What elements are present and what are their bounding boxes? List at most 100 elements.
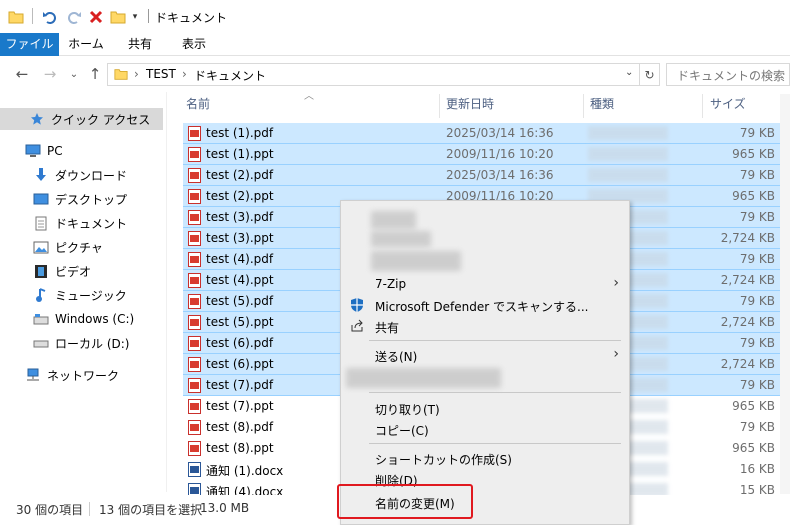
undo-icon[interactable] [40,7,60,27]
context-menu: 7-Zip › Microsoft Defender でスキャンする... 共有… [340,200,630,525]
up-arrow-icon[interactable]: ↑ [85,65,105,83]
music-icon [32,287,50,303]
refresh-icon[interactable]: ↻ [640,63,660,86]
nav-label: Windows (C:) [55,312,135,326]
file-row[interactable]: test (1).ppt 2009/11/16 10:20 965 KB [183,144,780,165]
selection-count: 13 個の項目を選択 [99,503,203,517]
nav-label: ネットワーク [47,368,120,383]
menu-7zip[interactable]: 7-Zip › [341,273,629,295]
ppt-file-icon [188,231,201,246]
nav-downloads[interactable]: ダウンロード [32,164,127,186]
ppt-file-icon [188,273,201,288]
nav-videos[interactable]: ビデオ [32,260,91,282]
file-size: 79 KB [739,210,775,224]
file-name: test (8).ppt [206,441,274,455]
back-arrow-icon[interactable]: ← [12,65,32,83]
drive-icon [32,335,50,351]
column-divider[interactable] [702,94,703,118]
breadcrumb-separator-icon: › [182,67,187,81]
nav-desktop[interactable]: デスクトップ [32,188,127,210]
pdf-file-icon [188,252,201,267]
forward-arrow-icon[interactable]: → [40,65,60,83]
nav-music[interactable]: ミュージック [32,284,127,306]
nav-quick-access[interactable]: クイック アクセス [0,108,163,130]
nav-drive-d[interactable]: ローカル (D:) [32,332,129,354]
file-row[interactable]: test (2).pdf 2025/03/14 16:36 79 KB [183,165,780,186]
file-size: 2,724 KB [720,357,775,371]
menu-separator [369,340,621,341]
customize-toolbar-icon[interactable]: ▾ [128,7,142,27]
file-name: test (6).ppt [206,357,274,371]
menu-share[interactable]: 共有 [341,315,629,337]
ppt-file-icon [188,189,201,204]
ppt-file-icon [188,441,201,456]
menu-copy[interactable]: コピー(C) [341,418,629,440]
folder-icon [8,7,24,27]
file-type-redacted [588,126,668,140]
file-name: test (3).ppt [206,231,274,245]
column-divider[interactable] [439,94,440,118]
pdf-file-icon [188,126,201,141]
nav-pictures[interactable]: ピクチャ [32,236,103,258]
file-name: test (3).pdf [206,210,274,224]
menu-send-to[interactable]: 送る(N) › [341,344,629,366]
pdf-file-icon [188,420,201,435]
picture-icon [32,239,50,255]
nav-documents[interactable]: ドキュメント [32,212,127,234]
address-bar[interactable]: › TEST › ドキュメント ⌄ [107,63,640,86]
selection-size: 13.0 MB [200,501,250,515]
status-divider [89,502,90,516]
tab-file[interactable]: ファイル [0,33,59,56]
nav-network[interactable]: ネットワーク [24,364,119,386]
tab-home[interactable]: ホーム [62,33,110,56]
redacted-item [371,231,431,247]
file-row[interactable]: test (1).pdf 2025/03/14 16:36 79 KB [183,123,780,144]
tab-view[interactable]: 表示 [170,33,218,56]
file-name: test (8).pdf [206,420,274,434]
column-header-modified[interactable]: 更新日時 [446,94,576,118]
delete-icon[interactable] [86,7,106,27]
share-icon [349,318,365,334]
file-name: test (7).ppt [206,399,274,413]
title-bar: ▾ ドキュメント [0,0,790,33]
file-size: 79 KB [739,126,775,140]
toolbar-divider [32,8,33,24]
submenu-arrow-icon: › [613,275,619,291]
download-icon [32,167,50,183]
menu-separator [369,392,621,393]
navigation-pane: クイック アクセス PC ダウンロード デスクトップ ドキュメント ピクチャ ビ… [0,92,170,492]
address-dropdown-icon[interactable]: ⌄ [625,67,633,78]
nav-label: ローカル (D:) [55,336,130,351]
new-folder-icon[interactable] [110,7,126,27]
file-size: 79 KB [739,252,775,266]
file-type-redacted [588,147,668,161]
breadcrumb-documents[interactable]: ドキュメント [194,67,266,84]
menu-cut[interactable]: 切り取り(T) [341,397,629,419]
nav-label: デスクトップ [55,192,128,207]
nav-drive-c[interactable]: Windows (C:) [32,308,134,330]
document-icon [32,215,50,231]
search-input[interactable]: ドキュメントの検索 [666,63,790,86]
pdf-file-icon [188,378,201,393]
menu-label: ショートカットの作成(S) [375,453,512,467]
recent-locations-icon[interactable]: ⌄ [64,65,84,83]
word-file-icon [188,462,201,477]
redo-icon[interactable] [64,7,84,27]
nav-label: ドキュメント [55,216,128,231]
menu-defender-scan[interactable]: Microsoft Defender でスキャンする... [341,294,629,316]
tab-share[interactable]: 共有 [116,33,164,56]
vertical-scrollbar[interactable] [780,94,790,494]
column-header-name[interactable]: 名前 [186,94,436,118]
pane-divider[interactable] [166,92,167,492]
breadcrumb-test[interactable]: TEST [146,67,176,81]
column-divider[interactable] [583,94,584,118]
desktop-icon [32,191,50,207]
file-size: 965 KB [732,147,775,161]
column-header-size[interactable]: サイズ [710,94,770,118]
column-header-type[interactable]: 種類 [590,94,690,118]
file-type-redacted [588,168,668,182]
file-name: 通知 (4).docx [206,485,284,495]
menu-create-shortcut[interactable]: ショートカットの作成(S) [341,447,629,469]
nav-pc[interactable]: PC [24,140,63,162]
menu-label: Microsoft Defender でスキャンする... [375,300,589,314]
